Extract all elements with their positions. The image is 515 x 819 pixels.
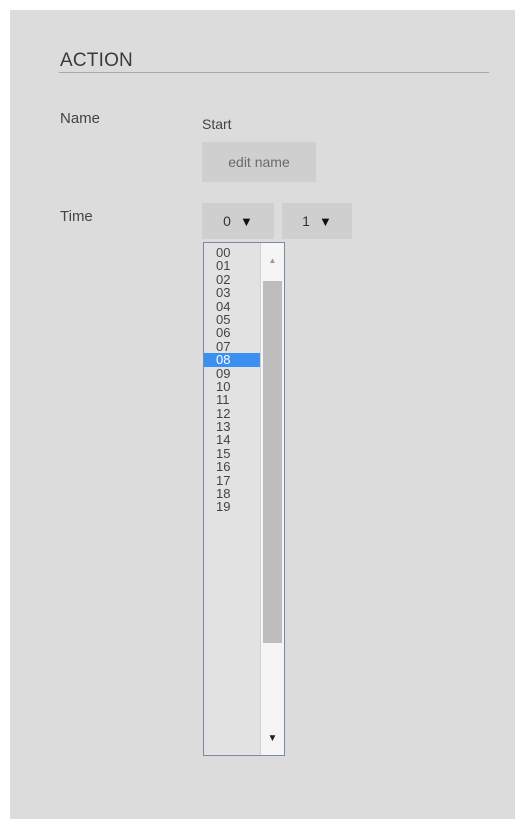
hour-option[interactable]: 00 bbox=[204, 246, 264, 260]
hour-option[interactable]: 10 bbox=[204, 380, 264, 394]
hour-option[interactable]: 18 bbox=[204, 487, 264, 501]
edit-name-button[interactable]: edit name bbox=[202, 142, 316, 182]
hour-option[interactable]: 12 bbox=[204, 406, 264, 420]
hour-option[interactable]: 17 bbox=[204, 473, 264, 487]
hour-option[interactable]: 19 bbox=[204, 500, 264, 514]
time-label: Time bbox=[60, 208, 93, 225]
hour-option[interactable]: 13 bbox=[204, 420, 264, 434]
hour-option[interactable]: 06 bbox=[204, 326, 264, 340]
scroll-down-arrow-icon[interactable]: ▼ bbox=[261, 729, 284, 749]
section-title: ACTION bbox=[60, 50, 133, 71]
hour-option[interactable]: 04 bbox=[204, 299, 264, 313]
triangle-down-icon: ▼ bbox=[318, 213, 332, 229]
hour-option[interactable]: 07 bbox=[204, 339, 264, 353]
hour-option[interactable]: 01 bbox=[204, 259, 264, 273]
scroll-thumb[interactable] bbox=[263, 281, 282, 643]
section-divider bbox=[59, 72, 489, 73]
action-panel: ACTION Name Start edit name Time 0 ▼ 1 ▼… bbox=[10, 10, 515, 819]
minute-select-value: 1 bbox=[302, 213, 310, 229]
hour-option[interactable]: 03 bbox=[204, 286, 264, 300]
minute-select[interactable]: 1 ▼ bbox=[282, 203, 352, 239]
dropdown-scrollbar[interactable]: ▲ ▼ bbox=[260, 243, 284, 755]
name-label: Name bbox=[60, 110, 101, 127]
hour-option[interactable]: 16 bbox=[204, 460, 264, 474]
hour-options: 00 01 02 03 04 05 06 07 08 09 10 11 12 13 14 15 16 17 18 19 bbox=[204, 246, 264, 514]
hour-option[interactable]: 05 bbox=[204, 313, 264, 327]
name-value: Start bbox=[202, 116, 232, 132]
triangle-down-icon: ▼ bbox=[239, 213, 253, 229]
hour-option[interactable]: 11 bbox=[204, 393, 264, 407]
hour-option[interactable]: 02 bbox=[204, 272, 264, 286]
hour-option-selected[interactable]: 08 bbox=[204, 353, 264, 367]
hour-select-value: 0 bbox=[223, 213, 231, 229]
hour-option[interactable]: 15 bbox=[204, 446, 264, 460]
scroll-up-arrow-icon[interactable]: ▲ bbox=[261, 251, 284, 271]
hour-option[interactable]: 09 bbox=[204, 366, 264, 380]
hour-select[interactable]: 0 ▼ bbox=[202, 203, 274, 239]
hour-dropdown-list[interactable]: 00 01 02 03 04 05 06 07 08 09 10 11 12 13 14 15 16 17 18 19… bbox=[203, 242, 285, 756]
hour-option[interactable]: 14 bbox=[204, 433, 264, 447]
